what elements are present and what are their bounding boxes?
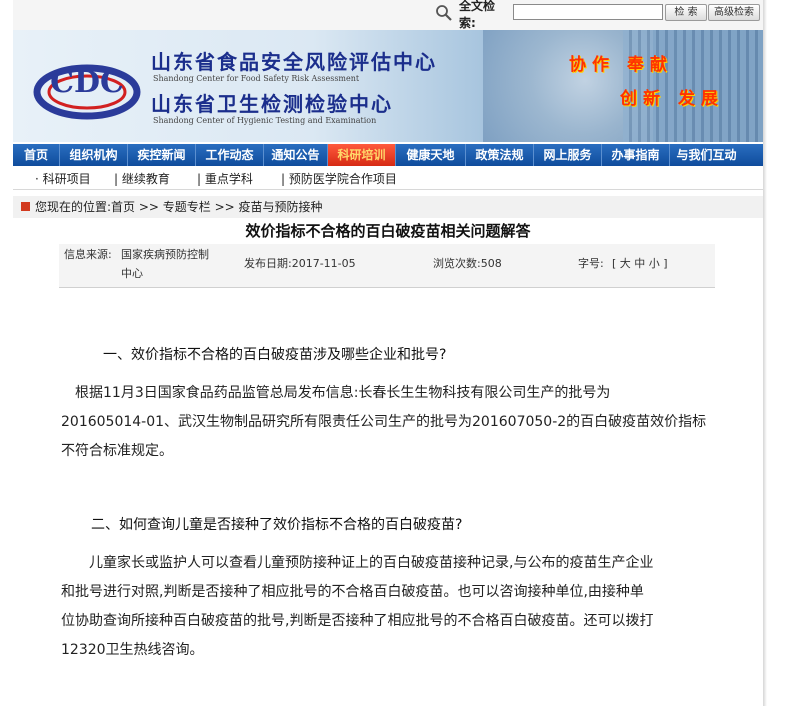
nav-item-online-service[interactable]: 网上服务 [534,144,602,166]
search-icon [436,5,452,21]
font-size-label: 字号: [578,257,604,270]
font-size-options[interactable]: [ 大 中 小 ] [612,255,668,273]
view-count: 浏览次数:508 [433,257,502,270]
source-value-line2: 中心 [121,267,143,280]
search-label: 全文检索: [459,0,496,30]
publish-date: 发布日期:2017-11-05 [244,257,356,270]
nav-item-notices[interactable]: 通知公告 [264,144,328,166]
nav-item-home[interactable]: 首页 [13,144,60,166]
cdc-logo: CDC [33,64,141,120]
nav-item-organization[interactable]: 组织机构 [60,144,128,166]
subnav-item-disciplines[interactable]: | 重点学科 [197,169,253,189]
location-icon [21,202,30,211]
source-value-line1: 国家疾病预防控制 [121,248,209,261]
title-hyg-en: Shandong Center of Hygienic Testing and … [153,116,377,125]
nav-item-work-updates[interactable]: 工作动态 [196,144,264,166]
title-food-en: Shandong Center for Food Safety Risk Ass… [153,74,360,83]
question-2: 二、如何查询儿童是否接种了效价指标不合格的百白破疫苗? [91,517,463,533]
answer-2-line: 12320卫生热线咨询。 [61,642,204,658]
main-nav: 首页 组织机构 疾控新闻 工作动态 通知公告 科研培训 健康天地 政策法规 网上… [13,144,763,166]
advanced-search-button[interactable]: 高级检索 [708,4,760,21]
breadcrumb-text[interactable]: 您现在的位置:首页 >> 专题专栏 >> 疫苗与预防接种 [35,196,323,218]
nav-item-cdc-news[interactable]: 疾控新闻 [128,144,196,166]
title-food-cn: 山东省食品安全风险评估中心 [151,50,437,74]
nav-item-policy[interactable]: 政策法规 [466,144,534,166]
search-strip: 全文检索: 检 索 高级检索 [13,0,763,30]
answer-2-line: 儿童家长或监护人可以查看儿童预防接种证上的百白破疫苗接种记录,与公布的疫苗生产企… [89,555,654,571]
answer-1: 根据11月3日国家食品药品监管总局发布信息:长春长生生物科技有限公司生产的批号为… [61,379,721,466]
article-meta: 信息来源: 国家疾病预防控制 中心 发布日期:2017-11-05 浏览次数:5… [59,244,715,288]
logo-text: CDC [50,65,124,100]
nav-item-research-training[interactable]: 科研培训 [328,144,396,166]
answer-1-line: 201605014-01、武汉生物制品研究所有限责任公司生产的批号为201607… [61,414,707,430]
subnav-item-research[interactable]: · 科研项目 [35,169,91,189]
search-button[interactable]: 检 索 [665,4,707,21]
sub-nav: · 科研项目 | 继续教育 | 重点学科 | 预防医学院合作项目 [13,169,763,190]
page-shadow [763,0,767,706]
answer-1-line: 不符合标准规定。 [61,443,173,459]
nav-item-interact[interactable]: 与我们互动 [670,144,743,166]
header-banner: CDC 山东省食品安全风险评估中心 Shandong Center for Fo… [13,30,763,142]
subnav-item-education[interactable]: | 继续教育 [114,169,170,189]
nav-item-health[interactable]: 健康天地 [396,144,466,166]
answer-2: 儿童家长或监护人可以查看儿童预防接种证上的百白破疫苗接种记录,与公布的疫苗生产企… [61,549,721,665]
subnav-item-cooperation[interactable]: | 预防医学院合作项目 [281,169,397,189]
answer-2-line: 位协助查询所接种百白破疫苗的批号,判断是否接种了相应批号的不合格百白破疫苗。还可… [61,613,654,629]
nav-item-guide[interactable]: 办事指南 [602,144,670,166]
page: 全文检索: 检 索 高级检索 CDC 山东省食品安全风险评估中心 Shandon… [13,0,763,706]
slogan-2: 创新 发展 [620,89,724,109]
answer-2-line: 和批号进行对照,判断是否接种了相应批号的不合格百白破疫苗。也可以咨询接种单位,由… [61,584,644,600]
slogan-1: 协作 奉献 [569,55,673,75]
question-1: 一、效价指标不合格的百白破疫苗涉及哪些企业和批号? [103,347,447,363]
answer-1-line: 根据11月3日国家食品药品监管总局发布信息:长春长生生物科技有限公司生产的批号为 [75,385,611,401]
source-label: 信息来源: [64,248,112,261]
article-title: 效价指标不合格的百白破疫苗相关问题解答 [245,222,531,240]
breadcrumb: 您现在的位置:首页 >> 专题专栏 >> 疫苗与预防接种 [13,196,763,218]
search-input[interactable] [513,4,663,20]
title-hyg-cn: 山东省卫生检测检验中心 [151,92,393,116]
